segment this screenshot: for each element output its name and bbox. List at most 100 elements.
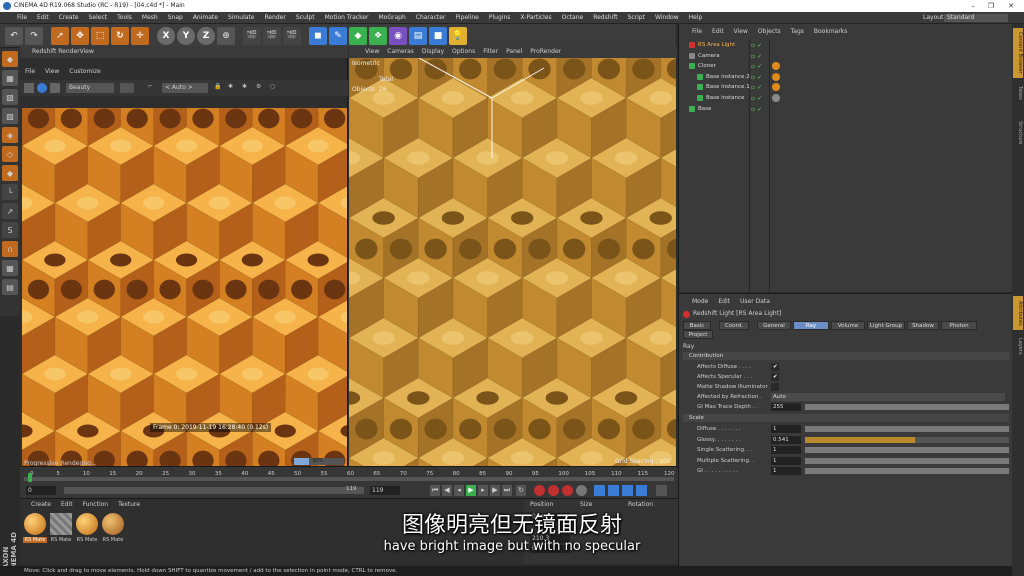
menu-pipeline[interactable]: Pipeline: [450, 12, 483, 24]
timeline-ruler[interactable]: 0510152025303540455055606570758085909510…: [24, 469, 675, 482]
field-value[interactable]: 1: [771, 425, 801, 433]
contribution-header[interactable]: Contribution: [683, 352, 1009, 360]
field-value[interactable]: 1: [771, 467, 801, 475]
field-value[interactable]: 0.541: [771, 435, 801, 444]
axis-z-button[interactable]: Z: [197, 26, 215, 45]
menu-edit[interactable]: Edit: [32, 12, 54, 24]
goto-end-icon[interactable]: ⏭: [502, 485, 512, 496]
subdivision-icon[interactable]: ◆: [349, 26, 367, 45]
end-frame-field[interactable]: 119: [370, 486, 400, 495]
tab-volume[interactable]: Volume: [831, 321, 865, 330]
rv-render-icon[interactable]: [37, 83, 47, 93]
am-menu-user-data[interactable]: User Data: [735, 296, 775, 308]
cloner-icon[interactable]: ❖: [369, 26, 387, 45]
field-value[interactable]: 1: [771, 456, 801, 465]
tab-ray[interactable]: Ray: [793, 321, 829, 330]
material-tag-icon[interactable]: [772, 83, 780, 92]
aov-select[interactable]: Beauty: [66, 83, 114, 93]
prev-frame-icon[interactable]: ◂: [454, 485, 464, 496]
add-icon[interactable]: ✛: [131, 26, 149, 45]
vp-menu-options[interactable]: Options: [448, 46, 479, 58]
tab-basic[interactable]: Basic: [683, 321, 711, 330]
rv-settings-icon[interactable]: ⚙: [256, 83, 266, 93]
field-value[interactable]: ✔: [771, 373, 779, 381]
field-value[interactable]: 255: [771, 403, 801, 411]
deformer-icon[interactable]: ◉: [389, 26, 407, 45]
menu-simulate[interactable]: Simulate: [223, 12, 260, 24]
key-rotation-icon[interactable]: [622, 485, 633, 496]
menu-select[interactable]: Select: [84, 12, 113, 24]
close-button[interactable]: ✕: [1004, 1, 1018, 11]
rv-menu-view[interactable]: View: [40, 66, 64, 78]
menu-animate[interactable]: Animate: [188, 12, 223, 24]
vp-menu-panel[interactable]: Panel: [502, 46, 526, 58]
points-mode-icon[interactable]: ◈: [2, 127, 18, 143]
menu-file[interactable]: File: [12, 12, 32, 24]
vp-menu-filter[interactable]: Filter: [479, 46, 502, 58]
maximize-button[interactable]: ❐: [984, 1, 998, 11]
rv-refresh-icon[interactable]: [50, 83, 60, 93]
record-icon[interactable]: [534, 485, 545, 496]
object-row[interactable]: RS Area Light ▫ ✓: [679, 40, 1013, 51]
loop-icon[interactable]: ↻: [516, 485, 526, 496]
field-value[interactable]: Auto: [771, 393, 1005, 401]
tab-structure-browser[interactable]: Structure: [1013, 108, 1023, 158]
vp-menu-display[interactable]: Display: [418, 46, 448, 58]
rv-stop-icon[interactable]: [24, 83, 34, 93]
object-name[interactable]: RS Area Light: [698, 40, 735, 51]
tab-light-group[interactable]: Light Group: [867, 321, 905, 330]
menu-script[interactable]: Script: [623, 12, 650, 24]
axis-y-button[interactable]: Y: [177, 26, 195, 45]
menu-sculpt[interactable]: Sculpt: [291, 12, 320, 24]
menu-plugins[interactable]: Plugins: [484, 12, 516, 24]
menu-x-particles[interactable]: X-Particles: [515, 12, 556, 24]
autokey-icon[interactable]: [548, 485, 559, 496]
start-frame-field[interactable]: 0: [26, 486, 56, 495]
menu-create[interactable]: Create: [54, 12, 84, 24]
play-icon[interactable]: ▶: [466, 485, 476, 496]
redo-icon[interactable]: ↷: [25, 26, 43, 45]
object-row[interactable]: Base instance.2 ▫ ✓: [679, 72, 1013, 83]
camera-icon[interactable]: ■: [429, 26, 447, 45]
goto-start-icon[interactable]: ⏮: [430, 485, 440, 496]
help-icon[interactable]: [576, 485, 587, 496]
texture-mode-icon[interactable]: ▧: [2, 89, 18, 105]
menu-tools[interactable]: Tools: [112, 12, 137, 24]
frame-range-slider[interactable]: [64, 487, 364, 494]
tab-layers[interactable]: Layers: [1013, 334, 1023, 358]
tab-coord[interactable]: Coord.: [719, 321, 749, 330]
viewport-3d[interactable]: [349, 58, 676, 468]
field-slider[interactable]: [805, 426, 1009, 432]
key-position-icon[interactable]: [594, 485, 605, 496]
timeline-window-icon[interactable]: [656, 485, 667, 496]
menu-octane[interactable]: Octane: [557, 12, 589, 24]
menu-mesh[interactable]: Mesh: [137, 12, 163, 24]
object-row[interactable]: Cloner ▫ ✓: [679, 61, 1013, 72]
material-tag-icon[interactable]: [772, 94, 780, 102]
menu-snap[interactable]: Snap: [163, 12, 188, 24]
menu-motion-tracker[interactable]: Motion Tracker: [320, 12, 374, 24]
environment-icon[interactable]: ▤: [409, 26, 427, 45]
field-slider[interactable]: [805, 447, 1009, 453]
tab-general[interactable]: General: [757, 321, 791, 330]
scale-header[interactable]: Scale: [683, 414, 1009, 422]
move-icon[interactable]: ✥: [71, 26, 89, 45]
field-slider[interactable]: [805, 404, 1009, 410]
pen-icon[interactable]: ✎: [329, 26, 347, 45]
visibility-toggle[interactable]: ▫ ✓: [751, 105, 762, 116]
tab-photon[interactable]: Photon: [941, 321, 977, 330]
prev-key-icon[interactable]: ◀: [442, 485, 452, 496]
field-value[interactable]: [771, 383, 779, 391]
vp-menu-cameras[interactable]: Cameras: [383, 46, 418, 58]
object-name[interactable]: Camera: [698, 51, 720, 62]
field-value[interactable]: ✔: [771, 363, 779, 371]
undo-icon[interactable]: ↶: [5, 26, 23, 45]
make-editable-icon[interactable]: ◆: [2, 51, 18, 67]
rv-snow-icon-2[interactable]: ✱: [242, 83, 252, 93]
next-frame-icon[interactable]: ▸: [478, 485, 488, 496]
am-menu-edit[interactable]: Edit: [713, 296, 735, 308]
om-menu-tags[interactable]: Tags: [786, 26, 809, 38]
lock-workplane-icon[interactable]: ▦: [2, 260, 18, 276]
object-name[interactable]: Base instance.1: [706, 82, 750, 93]
camera-select[interactable]: < Auto >: [162, 83, 208, 93]
